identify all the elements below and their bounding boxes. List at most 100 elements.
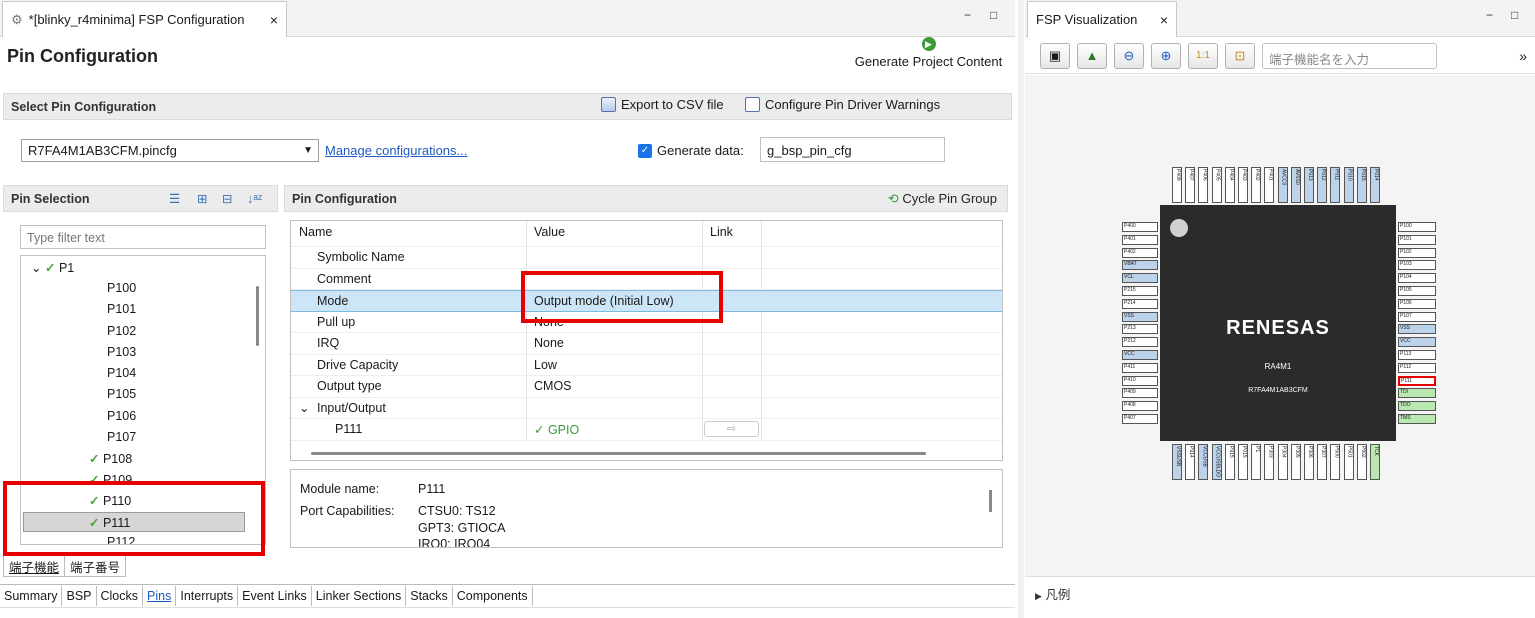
chip-pin-label[interactable]: P015 [1356,167,1367,203]
fit-page-icon[interactable]: ⊡ [1225,42,1255,69]
save-image-icon[interactable]: ▣ [1040,42,1070,69]
view-tab-function[interactable]: 端子機能 [4,555,66,576]
tab-stacks[interactable]: Stacks [406,586,453,606]
chip-pin-label[interactable]: VCCUSBLDO [1211,444,1222,480]
chip-pin-label[interactable]: P408 [1172,167,1182,203]
generate-data-input[interactable]: g_bsp_pin_cfg [760,137,945,162]
chip-pin-label[interactable]: P012 [1317,167,1328,203]
chip-pin-label[interactable]: P105 [1398,286,1436,296]
chip-pin-label[interactable]: P404 [1224,167,1235,203]
chip-pin-label[interactable]: P102 [1398,247,1436,258]
tab-interrupts[interactable]: Interrupts [176,586,239,606]
tree-parent-p1[interactable]: ⌄ ✓ P1 [31,260,74,275]
chip-pin-label[interactable]: P400 [1122,222,1158,232]
export-csv-button[interactable]: Export to CSV file [601,97,724,112]
chip-pin-label[interactable]: VCCUSB [1198,444,1209,480]
chip-pin-label[interactable]: P403 [1238,167,1248,203]
chip-pin-label[interactable]: P104 [1398,273,1436,284]
viz-minimize-button[interactable]: − [1486,8,1493,22]
chip-pin-label[interactable]: P914 [1185,444,1196,480]
chip-pin-label[interactable]: P407 [1185,167,1196,203]
chip-pin-label[interactable]: P401 [1122,234,1158,245]
expand-all-icon[interactable]: ⊞ [197,191,207,206]
chip-pin-label[interactable]: P010 [1343,167,1354,203]
table-row[interactable]: IRQ None [291,333,1002,355]
chip-pin-label[interactable]: VSS [1122,311,1158,322]
chip-pin-label[interactable]: P011 [1330,167,1341,203]
chip-pin-label[interactable]: VCC [1398,337,1436,348]
chip-pin-label[interactable]: P409 [1122,388,1158,399]
chip-pin-label[interactable]: P307 [1317,444,1328,480]
tab-components[interactable]: Components [453,586,533,606]
chip-pin-label[interactable]: P014 [1370,167,1380,203]
viz-tab[interactable]: FSP Visualization × [1027,1,1177,37]
chip-pin-label[interactable]: P406 [1198,167,1209,203]
chevron-right-icon[interactable]: » [1519,48,1527,64]
chip-pin-label[interactable]: P213 [1122,324,1158,335]
tree-item[interactable]: P106 [107,409,136,423]
chip-pin-label[interactable]: TDO [1398,401,1436,412]
cycle-pin-group-button[interactable]: ⟲ Cycle Pin Group [888,191,997,207]
collapse-all-icon[interactable]: ⊟ [222,191,232,206]
chip-pin-label[interactable]: VCL [1122,273,1158,284]
row-value[interactable]: CMOS [534,379,572,393]
generate-project-button[interactable]: ▶ Generate Project Content [846,37,1011,69]
chip-pin-label[interactable]: P401 [1264,167,1275,203]
table-row[interactable]: ⌄ Input/Output [291,398,1002,419]
chip-pin-label[interactable]: P113 [1398,350,1436,360]
sort-icon[interactable]: ↓ᵃᶻ [247,192,262,206]
tab-clocks[interactable]: Clocks [97,586,144,606]
chip-pin-label[interactable]: P214 [1122,298,1158,309]
tree-item[interactable]: P100 [107,281,136,295]
table-row[interactable]: Output type CMOS [291,376,1002,398]
chip-pin-label[interactable]: P402 [1251,167,1262,203]
tree-item[interactable]: P104 [107,366,136,380]
chip-pin-label[interactable]: P410 [1122,375,1158,386]
tree-item[interactable]: P101 [107,302,136,316]
chip-pin-label[interactable]: P402 [1122,247,1158,258]
tree-scrollbar[interactable] [256,286,259,346]
chip-pin-label[interactable]: P015 [1238,444,1248,480]
chevron-down-icon[interactable]: ⌄ [299,400,309,415]
zoom-out-icon[interactable]: ⊖ [1114,42,1144,69]
v-scrollbar[interactable] [989,490,992,512]
config-file-select[interactable]: R7FA4M1AB3CFM.pincfg ▼ [21,139,319,162]
maximize-button[interactable]: □ [990,8,997,22]
chip-pin-label[interactable]: P305 [1290,444,1301,480]
legend-toggle[interactable]: ▶ 凡例 [1035,584,1070,603]
tree-item[interactable]: ✓ P108 [89,451,132,466]
chip-pin-label[interactable]: P500 [1330,444,1341,480]
arrow-right-icon[interactable]: ⇨ [704,421,759,438]
chip-pin-label[interactable]: P112 [1398,362,1436,373]
chip-pin-label[interactable]: AVSS0 [1290,167,1301,203]
minimize-button[interactable]: − [964,8,971,22]
chip-pin-label[interactable]: VBAT [1122,260,1158,271]
chip-pin-label[interactable]: TMS [1398,414,1436,424]
row-value[interactable]: Low [534,358,557,372]
actual-size-icon[interactable]: 1:1 [1188,42,1218,69]
chip-pin-label[interactable]: P405 [1211,167,1222,203]
tab-bsp[interactable]: BSP [62,586,97,606]
chip-pin-label[interactable]: P111 [1398,375,1436,386]
close-icon[interactable]: × [1160,12,1168,28]
chip-pin-label[interactable]: P502 [1356,444,1367,480]
manage-configurations-link[interactable]: Manage configurations... [325,143,467,158]
table-row[interactable]: Drive Capacity Low [291,355,1002,376]
tree-item[interactable]: P105 [107,387,136,401]
chip-pin-label[interactable]: AVCC0 [1277,167,1288,203]
chip-pin-label[interactable]: P215 [1122,286,1158,296]
chip-pin-label[interactable]: P303 [1264,444,1275,480]
viz-maximize-button[interactable]: □ [1511,8,1518,22]
chip-pin-label[interactable]: P100 [1398,222,1436,232]
tree-item[interactable]: P103 [107,345,136,359]
table-row[interactable]: P111 ✓ GPIO ⇨ [291,419,1002,441]
row-value[interactable]: None [534,336,564,350]
list-view-icon[interactable]: ☰ [169,191,180,206]
chip-pin-label[interactable]: TCK [1370,444,1380,480]
h-scrollbar[interactable] [311,452,926,455]
chip-pin-label[interactable]: TDI [1398,388,1436,399]
chip-pin-label[interactable]: P306 [1304,444,1314,480]
chip-pin-label[interactable]: P407 [1122,414,1158,424]
editor-tab[interactable]: ⚙ *[blinky_r4minima] FSP Configuration × [2,1,287,37]
tab-event-links[interactable]: Event Links [238,586,312,606]
